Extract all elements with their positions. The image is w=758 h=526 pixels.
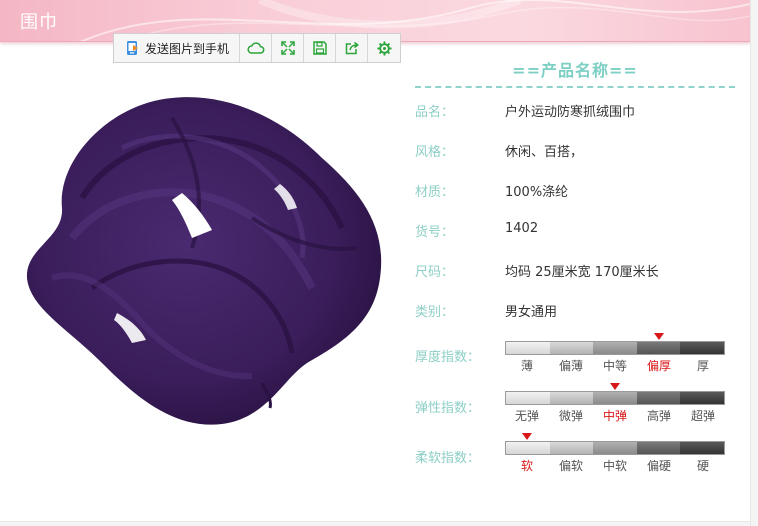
cloud-button[interactable]: [240, 34, 272, 62]
scale-level: 无弹: [514, 409, 539, 423]
info-value: 男女通用: [505, 305, 558, 320]
thickness-index-label: 厚度指数：: [415, 350, 481, 365]
scale-levels: 无弹 微弹 中弹 高弹 超弹: [505, 407, 725, 424]
info-value: 均码 25厘米宽 170厘米长: [505, 265, 659, 280]
share-button[interactable]: [336, 34, 368, 62]
elasticity-index-scale: 无弹 微弹 中弹 高弹 超弹: [505, 383, 725, 425]
scale-segment: [549, 442, 594, 454]
phone-send-icon: [126, 40, 140, 56]
scale-marker-icon: [610, 383, 620, 390]
scale-level: 薄: [520, 359, 533, 373]
scale-level: 微弹: [558, 409, 583, 423]
info-label: 风格：: [415, 145, 455, 160]
scale-bar: [505, 341, 725, 355]
info-label: 货号：: [415, 225, 455, 240]
scale-level: 偏厚: [646, 359, 671, 373]
scale-segment: [593, 392, 637, 404]
scale-segment: [680, 392, 724, 404]
scale-segment: [549, 392, 594, 404]
image-toolbar: 发送图片到手机: [113, 33, 401, 63]
scale-segment: [506, 442, 550, 454]
scale-level: 硬: [696, 459, 709, 473]
info-value: 休闲、百搭，: [505, 145, 584, 160]
info-label: 品名：: [415, 105, 455, 120]
scale-levels: 薄 偏薄 中等 偏厚 厚: [505, 357, 725, 374]
scale-bar: [505, 391, 725, 405]
scale-segment: [549, 342, 594, 354]
scale-level: 超弹: [690, 409, 715, 423]
send-to-phone-label: 发送图片到手机: [144, 41, 229, 56]
scale-level: 偏硬: [646, 459, 671, 473]
window-edge: [750, 0, 758, 526]
info-value: 户外运动防寒抓绒围巾: [505, 105, 636, 120]
info-label: 类别：: [415, 305, 455, 320]
scale-level: 偏软: [558, 459, 583, 473]
scale-segment: [636, 342, 681, 354]
info-value: 1402: [505, 221, 539, 236]
elasticity-index-label: 弹性指数：: [415, 401, 481, 416]
info-value: 100%涤纶: [505, 185, 569, 200]
page-title: 围巾: [20, 12, 58, 33]
send-to-phone-button[interactable]: 发送图片到手机: [114, 34, 240, 62]
scale-marker-icon: [522, 433, 532, 440]
settings-button[interactable]: [368, 34, 400, 62]
window-bottom-edge: [0, 521, 750, 526]
info-label: 尺码：: [415, 265, 455, 280]
fullscreen-button[interactable]: [272, 34, 304, 62]
softness-index-scale: 软 偏软 中软 偏硬 硬: [505, 433, 725, 475]
share-icon: [345, 41, 359, 55]
scale-marker-icon: [654, 333, 664, 340]
info-label: 材质：: [415, 185, 455, 200]
product-image-scarf: [22, 88, 388, 428]
scale-levels: 软 偏软 中软 偏硬 硬: [505, 457, 725, 474]
scale-level: 偏薄: [558, 359, 583, 373]
scale-segment: [506, 342, 550, 354]
scale-segment: [506, 392, 550, 404]
gear-icon: [376, 40, 392, 56]
save-icon: [312, 41, 327, 55]
heading-divider: [415, 86, 735, 88]
scale-level: 厚: [696, 359, 709, 373]
scale-segment: [593, 442, 637, 454]
scale-level: 中弹: [602, 409, 627, 423]
scale-level: 中软: [602, 459, 627, 473]
scale-segment: [636, 442, 681, 454]
scale-bar: [505, 441, 725, 455]
scale-level: 中等: [602, 359, 627, 373]
scale-segment: [680, 342, 724, 354]
fullscreen-icon: [280, 41, 295, 55]
product-name-heading: ==产品名称==: [512, 61, 638, 80]
save-button[interactable]: [304, 34, 336, 62]
scale-level: 软: [520, 459, 533, 473]
scale-segment: [680, 442, 724, 454]
scale-segment: [593, 342, 637, 354]
cloud-icon: [246, 41, 265, 55]
scale-level: 高弹: [646, 409, 671, 423]
thickness-index-scale: 薄 偏薄 中等 偏厚 厚: [505, 333, 725, 375]
scale-segment: [636, 392, 681, 404]
softness-index-label: 柔软指数：: [415, 451, 481, 466]
